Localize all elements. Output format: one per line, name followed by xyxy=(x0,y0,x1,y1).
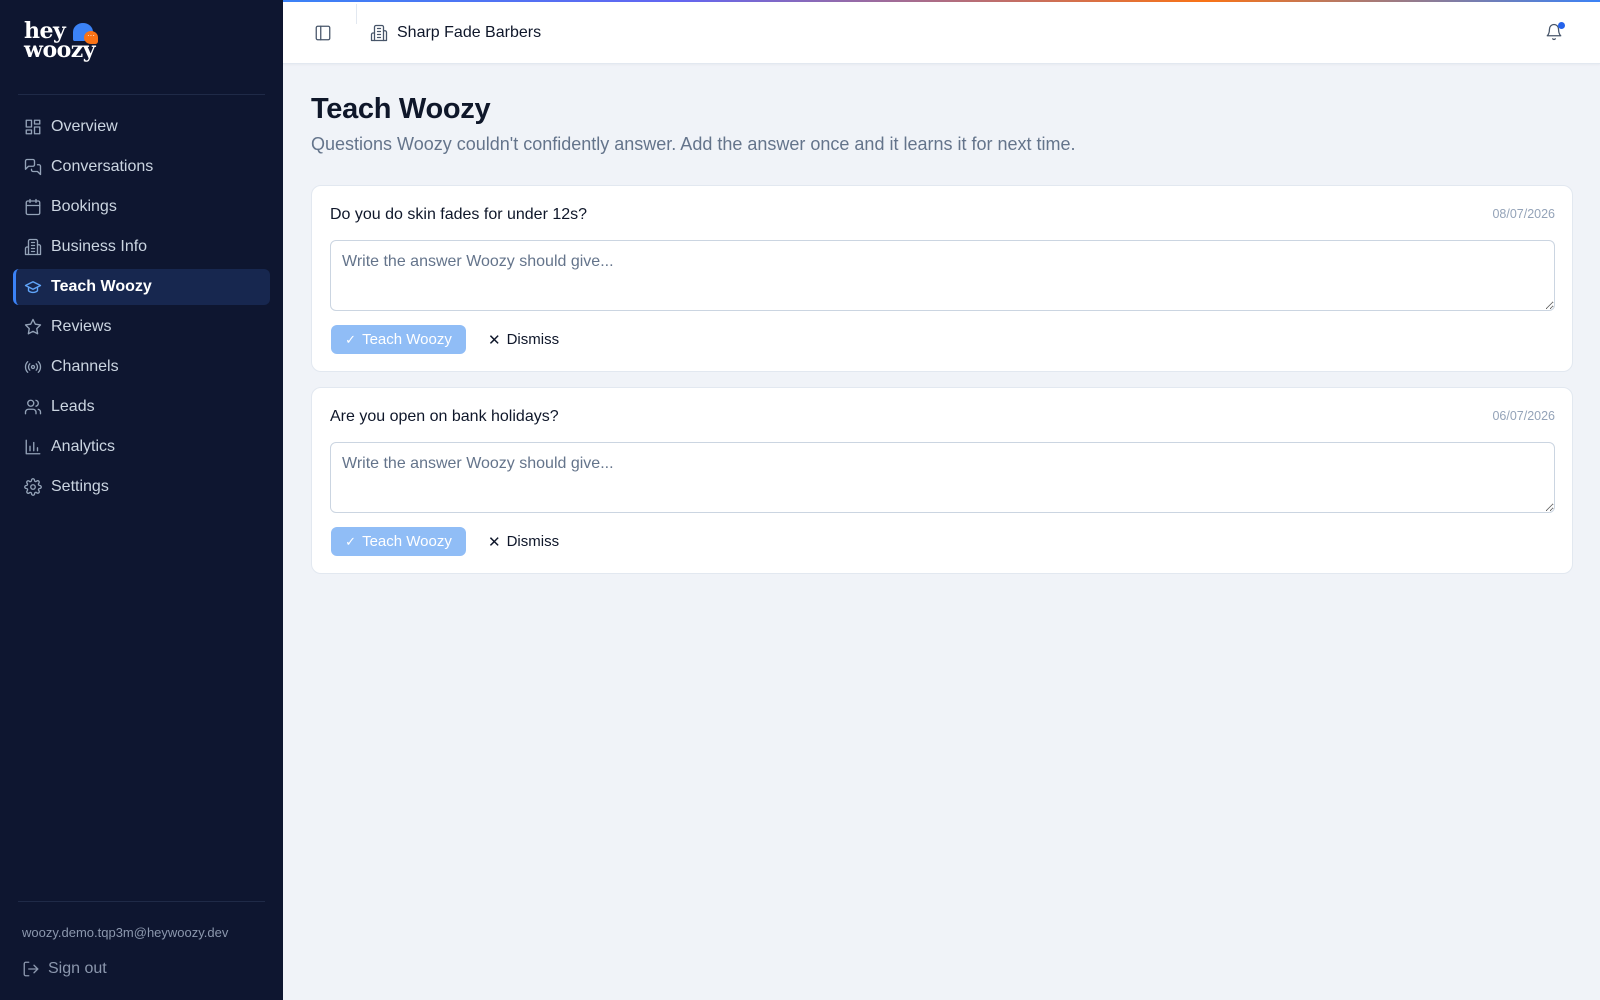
dismiss-button[interactable]: ✕ Dismiss xyxy=(482,325,565,354)
question-date: 08/07/2026 xyxy=(1492,207,1555,221)
sidebar-item-label: Leads xyxy=(51,398,95,415)
question-card: Are you open on bank holidays? 06/07/202… xyxy=(311,387,1573,574)
top-bar: Sharp Fade Barbers xyxy=(283,0,1600,64)
teach-woozy-label: Teach Woozy xyxy=(362,331,452,348)
sidebar-divider xyxy=(18,901,265,902)
dashboard-icon xyxy=(24,118,42,136)
sidebar-item-label: Reviews xyxy=(51,318,112,335)
top-separator xyxy=(356,4,357,24)
check-icon: ✓ xyxy=(345,331,357,347)
sidebar-item-analytics[interactable]: Analytics xyxy=(13,429,270,465)
logout-icon xyxy=(23,961,39,977)
star-icon xyxy=(24,318,42,336)
bar-chart-icon xyxy=(24,438,42,456)
teach-woozy-button[interactable]: ✓ Teach Woozy xyxy=(331,527,466,556)
close-icon: ✕ xyxy=(488,533,501,551)
building-icon xyxy=(370,24,388,42)
sidebar-item-label: Settings xyxy=(51,478,109,495)
dismiss-button[interactable]: ✕ Dismiss xyxy=(482,527,565,556)
business-name: Sharp Fade Barbers xyxy=(397,24,542,41)
sidebar-toggle-button[interactable] xyxy=(314,24,332,42)
heywoozy-logo[interactable]: hey woozy ··· xyxy=(24,18,114,74)
question-text: Are you open on bank holidays? xyxy=(330,408,559,425)
sidebar-divider xyxy=(18,94,265,95)
sidebar-item-label: Analytics xyxy=(51,438,116,455)
dismiss-label: Dismiss xyxy=(506,533,560,550)
sidebar-item-conversations[interactable]: Conversations xyxy=(13,149,270,185)
page-subtitle: Questions Woozy couldn't confidently ans… xyxy=(311,134,1076,154)
graduation-cap-icon xyxy=(24,278,42,296)
sidebar-item-bookings[interactable]: Bookings xyxy=(13,189,270,225)
page-title: Teach Woozy xyxy=(311,93,491,125)
answer-input[interactable] xyxy=(330,442,1555,513)
sidebar-nav: Overview Conversations Bookings Business… xyxy=(13,109,270,509)
sidebar-item-label: Teach Woozy xyxy=(51,278,152,295)
sidebar-item-channels[interactable]: Channels xyxy=(13,349,270,385)
sidebar-item-leads[interactable]: Leads xyxy=(13,389,270,425)
calendar-icon xyxy=(24,198,42,216)
notification-dot xyxy=(1558,22,1565,29)
sidebar: hey woozy ··· Overview Conversations Boo… xyxy=(0,0,283,1000)
dismiss-label: Dismiss xyxy=(506,331,560,348)
sign-out-button[interactable]: Sign out xyxy=(22,960,107,978)
chat-icon xyxy=(24,158,42,176)
teach-woozy-label: Teach Woozy xyxy=(362,533,452,550)
question-card: Do you do skin fades for under 12s? 08/0… xyxy=(311,185,1573,372)
sidebar-item-business-info[interactable]: Business Info xyxy=(13,229,270,265)
sidebar-item-reviews[interactable]: Reviews xyxy=(13,309,270,345)
gear-icon xyxy=(24,478,42,496)
question-date: 06/07/2026 xyxy=(1492,409,1555,423)
users-icon xyxy=(24,398,42,416)
check-icon: ✓ xyxy=(345,533,357,549)
accent-line xyxy=(283,0,1600,2)
sidebar-item-label: Conversations xyxy=(51,158,154,175)
sidebar-item-settings[interactable]: Settings xyxy=(13,469,270,505)
logo-wordmark: hey woozy xyxy=(24,18,96,63)
broadcast-icon xyxy=(24,358,42,376)
sidebar-item-label: Overview xyxy=(51,118,118,135)
sign-out-label: Sign out xyxy=(48,960,107,977)
question-text: Do you do skin fades for under 12s? xyxy=(330,206,588,223)
sidebar-item-label: Bookings xyxy=(51,198,117,215)
answer-input[interactable] xyxy=(330,240,1555,311)
panel-left-icon xyxy=(315,25,331,41)
building-icon xyxy=(24,238,42,256)
sidebar-item-label: Business Info xyxy=(51,238,148,255)
sidebar-item-overview[interactable]: Overview xyxy=(13,109,270,145)
sidebar-item-label: Channels xyxy=(51,358,119,375)
close-icon: ✕ xyxy=(488,331,501,349)
sidebar-item-teach-woozy[interactable]: Teach Woozy xyxy=(13,269,270,305)
teach-woozy-button[interactable]: ✓ Teach Woozy xyxy=(331,325,466,354)
chat-dots-icon: ··· xyxy=(84,31,98,44)
notifications-button[interactable] xyxy=(1545,22,1565,43)
account-email: woozy.demo.tqp3m@heywoozy.dev xyxy=(22,925,229,940)
